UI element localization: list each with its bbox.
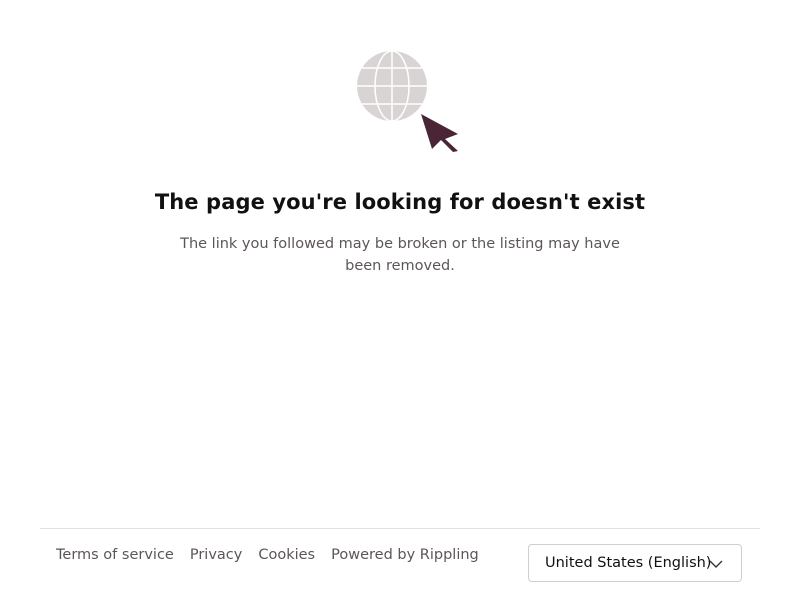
error-title: The page you're looking for doesn't exis… bbox=[154, 190, 646, 214]
locale-select-value: United States (English) bbox=[545, 555, 712, 571]
error-message: The link you followed may be broken or t… bbox=[180, 236, 620, 274]
privacy-link[interactable]: Privacy bbox=[190, 547, 243, 563]
footer-divider bbox=[40, 528, 760, 529]
locale-select[interactable]: United States (English) bbox=[528, 544, 742, 582]
footer-links: Terms of service Privacy Cookies Powered… bbox=[56, 547, 479, 563]
globe-icon bbox=[357, 50, 427, 122]
powered-by-rippling-link[interactable]: Powered by Rippling bbox=[331, 547, 479, 563]
cookies-link[interactable]: Cookies bbox=[258, 547, 315, 563]
cursor-arrow-icon bbox=[421, 114, 458, 152]
error-page: The page you're looking for doesn't exis… bbox=[0, 0, 800, 600]
terms-of-service-link[interactable]: Terms of service bbox=[56, 547, 174, 563]
chevron-down-icon bbox=[709, 560, 723, 568]
not-found-illustration bbox=[357, 50, 458, 152]
